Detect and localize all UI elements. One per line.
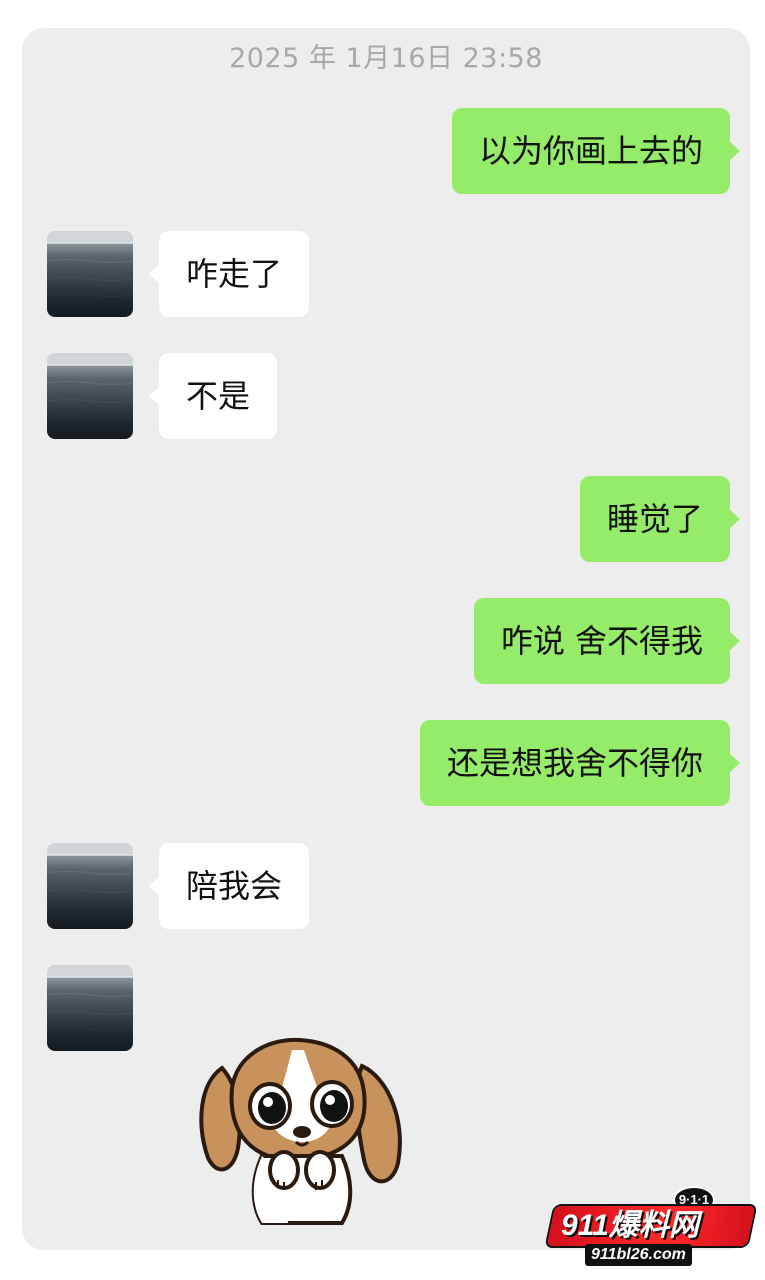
message-timestamp: 2025 年 1月16日 23:58 xyxy=(229,43,543,74)
puppy-icon xyxy=(199,1037,402,1225)
sent-message-bubble[interactable]: 还是想我舍不得你 xyxy=(419,720,741,806)
contact-avatar[interactable] xyxy=(47,965,133,1051)
received-message-bubble[interactable]: 咋走了 xyxy=(148,231,310,317)
received-message-bubble[interactable]: 不是 xyxy=(148,353,278,439)
sent-message-bubble[interactable]: 咋说 舍不得我 xyxy=(473,598,741,684)
sent-message-bubble[interactable]: 睡觉了 xyxy=(579,476,741,562)
contact-avatar[interactable] xyxy=(47,353,133,439)
sea-horizon-icon xyxy=(47,353,133,419)
contact-avatar[interactable] xyxy=(47,231,133,317)
chat-window: 2025 年 1月16日 23:58 以为你画上去的 咋走了 不是 睡觉了 咋说… xyxy=(22,28,750,1250)
site-watermark: 9·1·1 911爆料网 911bl26.com xyxy=(546,1186,756,1268)
watermark-url: 911bl26.com xyxy=(585,1244,692,1266)
watermark-title: 911爆料网 xyxy=(561,1209,699,1242)
sea-horizon-icon xyxy=(47,843,133,909)
crying-puppy-sticker[interactable] xyxy=(192,1028,412,1228)
sea-horizon-icon xyxy=(47,231,133,297)
sent-message-bubble[interactable]: 以为你画上去的 xyxy=(451,108,741,194)
received-message-bubble[interactable]: 陪我会 xyxy=(148,843,310,929)
contact-avatar[interactable] xyxy=(47,843,133,929)
sea-horizon-icon xyxy=(47,965,133,1031)
